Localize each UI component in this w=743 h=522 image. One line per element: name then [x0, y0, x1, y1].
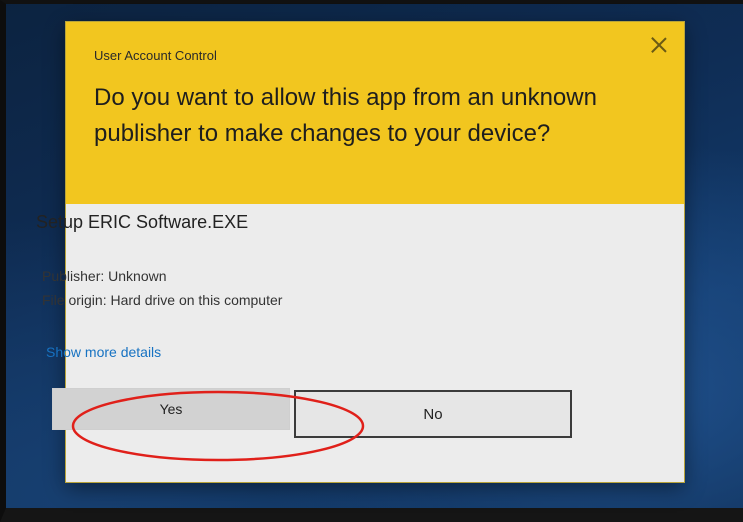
app-name: Setup ERIC Software.EXE [36, 212, 249, 232]
yes-button-label: Yes [159, 401, 183, 417]
no-button[interactable]: No [294, 390, 572, 438]
file-origin-text: File origin: Hard drive on this computer [42, 292, 283, 308]
show-more-details-link[interactable]: Show more details [46, 344, 161, 360]
dialog-question: Do you want to allow this app from an un… [94, 84, 597, 147]
close-icon[interactable] [650, 36, 668, 54]
dialog-title: User Account Control [94, 48, 217, 63]
yes-button[interactable]: Yes [52, 388, 290, 430]
no-button-label: No [423, 405, 443, 423]
dialog-header: User Account Control Do you want to allo… [66, 22, 684, 204]
publisher-text: Publisher: Unknown [42, 268, 167, 284]
